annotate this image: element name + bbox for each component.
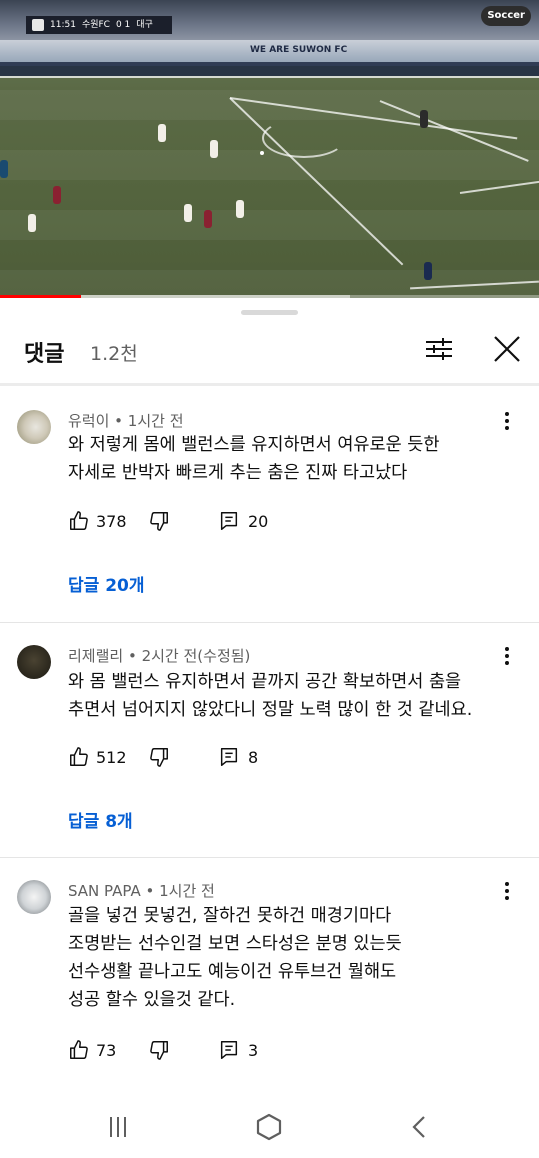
reply-count: 20 xyxy=(248,511,269,531)
reply-button[interactable]: 8 xyxy=(218,745,258,769)
pitch-stripe xyxy=(0,210,539,240)
thumb-up-icon xyxy=(70,1040,88,1059)
dislike-button[interactable] xyxy=(148,509,170,533)
comment-divider xyxy=(0,622,539,623)
comment-count: 1.2천 xyxy=(90,343,138,365)
close-icon[interactable] xyxy=(490,332,524,366)
thumb-up-icon xyxy=(70,511,88,530)
video-player[interactable]: WE ARE SUWON FC 11:51 수원FC 0 1 대구 Soccer xyxy=(0,0,539,298)
reply-icon xyxy=(220,512,238,530)
match-time: 11:51 xyxy=(50,20,76,30)
progress-bar[interactable] xyxy=(0,295,539,298)
comment-item: 리제랠리 • 2시간 전(수정됨) 와 몸 밸런스 유지하면서 끝까지 공간 확… xyxy=(0,635,539,857)
like-count: 73 xyxy=(96,1040,117,1060)
reply-icon xyxy=(220,1041,238,1059)
referee xyxy=(424,262,432,280)
pitch-stripe xyxy=(0,90,539,120)
score: 0 1 xyxy=(115,20,131,30)
sheet-title: 댓글 xyxy=(24,342,65,367)
comment-line: 와 저렇게 몸에 밸런스를 유지하면서 여유로운 듯한 xyxy=(68,435,440,455)
progress-played xyxy=(0,295,81,298)
system-nav-bar xyxy=(0,1100,539,1158)
drag-handle[interactable] xyxy=(241,310,298,315)
view-replies-link[interactable]: 답글 8개 xyxy=(68,807,133,832)
like-count: 512 xyxy=(96,747,127,767)
back-icon[interactable] xyxy=(400,1112,440,1142)
comment-line: 성공 할수 있을것 같다. xyxy=(68,990,236,1010)
comment-text: 골을 넣건 못넣건, 잘하건 못하건 매경기마다 조명받는 선수인걸 보면 스타… xyxy=(68,902,528,1014)
like-button[interactable]: 378 xyxy=(68,509,127,533)
sliders-icon[interactable] xyxy=(424,334,454,364)
channel-logo: Soccer xyxy=(481,6,531,26)
comment-author[interactable]: 리제랠리 • 2시간 전(수정됨) xyxy=(68,645,250,666)
home-team: 수원FC xyxy=(81,20,110,30)
reply-button[interactable]: 20 xyxy=(218,509,268,533)
scorebug: 11:51 수원FC 0 1 대구 xyxy=(26,16,172,34)
player xyxy=(53,186,61,204)
comment-line: 와 몸 밸런스 유지하면서 끝까지 공간 확보하면서 춤을 xyxy=(68,672,462,692)
avatar[interactable] xyxy=(17,645,51,679)
comment-line: 골을 넣건 못넣건, 잘하건 못하건 매경기마다 xyxy=(68,906,392,926)
reply-icon xyxy=(220,748,238,766)
comments-sheet: 댓글 1.2천 유럭이 • 1시간 전 와 저렇게 몸에 밸런스를 유지하면서 … xyxy=(0,300,539,1158)
pitch-stripe xyxy=(0,150,539,180)
view-replies-link[interactable]: 답글 20개 xyxy=(68,571,145,596)
dislike-button[interactable] xyxy=(148,1038,170,1062)
thumb-down-icon xyxy=(150,512,168,531)
league-logo-icon xyxy=(32,19,44,31)
comment-actions: 73 3 xyxy=(68,1038,368,1062)
box-bottom-line xyxy=(459,180,539,194)
comment-line: 조명받는 선수인걸 보면 스타성은 분명 있는듯 xyxy=(68,934,402,954)
touch-line xyxy=(0,76,539,78)
penalty-arc xyxy=(262,118,346,158)
like-button[interactable]: 73 xyxy=(68,1038,116,1062)
reply-count: 8 xyxy=(248,747,259,767)
thumb-down-icon xyxy=(150,1041,168,1060)
comment-text: 와 저렇게 몸에 밸런스를 유지하면서 여유로운 듯한 자세로 반박자 빠르게 … xyxy=(68,431,528,487)
comment-actions: 512 8 xyxy=(68,745,368,769)
more-vertical-icon[interactable] xyxy=(498,410,516,432)
player xyxy=(0,160,8,178)
recent-apps-icon[interactable] xyxy=(98,1112,138,1142)
comment-author[interactable]: SAN PAPA • 1시간 전 xyxy=(68,880,215,901)
more-vertical-icon[interactable] xyxy=(498,645,516,667)
like-count: 378 xyxy=(96,511,127,531)
avatar[interactable] xyxy=(17,410,51,444)
ball xyxy=(260,151,264,155)
ad-text: WE ARE SUWON FC xyxy=(250,45,348,55)
more-vertical-icon[interactable] xyxy=(498,880,516,902)
reply-count: 3 xyxy=(248,1040,259,1060)
player xyxy=(210,140,218,158)
like-button[interactable]: 512 xyxy=(68,745,127,769)
comment-actions: 378 20 xyxy=(68,509,368,533)
player xyxy=(158,124,166,142)
reply-button[interactable]: 3 xyxy=(218,1038,258,1062)
header-divider xyxy=(0,383,539,386)
away-team: 대구 xyxy=(136,20,153,30)
comment-item: SAN PAPA • 1시간 전 골을 넣건 못넣건, 잘하건 못하건 매경기마… xyxy=(0,870,539,1070)
dislike-button[interactable] xyxy=(148,745,170,769)
comment-divider xyxy=(0,857,539,858)
thumb-down-icon xyxy=(150,748,168,767)
player xyxy=(28,214,36,232)
ad-board-lower xyxy=(0,62,539,76)
player xyxy=(184,204,192,222)
player xyxy=(204,210,212,228)
comment-line: 자세로 반박자 빠르게 추는 춤은 진짜 타고났다 xyxy=(68,463,408,483)
player xyxy=(236,200,244,218)
sheet-header: 댓글 1.2천 xyxy=(0,328,539,376)
comment-text: 와 몸 밸런스 유지하면서 끝까지 공간 확보하면서 춤을 추면서 넘어지지 않… xyxy=(68,668,528,724)
player xyxy=(420,110,428,128)
comment-line: 추면서 넘어지지 않았다니 정말 노력 많이 한 것 같네요. xyxy=(68,700,473,720)
comment-line: 선수생활 끝나고도 예능이건 유투브건 뭘해도 xyxy=(68,962,397,982)
thumb-up-icon xyxy=(70,747,88,766)
avatar[interactable] xyxy=(17,880,51,914)
home-icon[interactable] xyxy=(249,1112,289,1142)
comment-item: 유럭이 • 1시간 전 와 저렇게 몸에 밸런스를 유지하면서 여유로운 듯한 … xyxy=(0,400,539,622)
comment-author[interactable]: 유럭이 • 1시간 전 xyxy=(68,410,184,431)
